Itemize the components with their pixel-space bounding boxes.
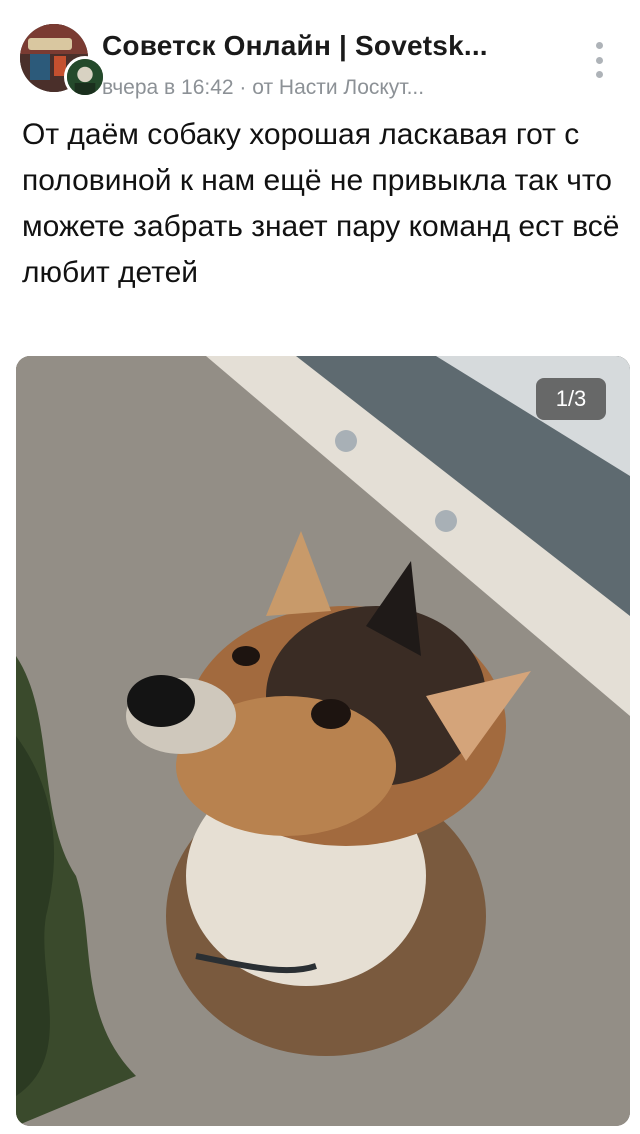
post-header: Советск Онлайн | Sovetsk... вчера в 16:4…: [20, 22, 622, 102]
post-menu-button[interactable]: [592, 42, 606, 78]
author-avatar-icon: [67, 59, 103, 95]
photo-counter: 1/3: [536, 378, 606, 420]
post-text: От даём собаку хорошая ласкавая гот с по…: [22, 118, 620, 289]
post-meta[interactable]: вчера в 16:42 · от Насти Лоскут...: [102, 76, 572, 100]
vertical-dots-icon: [595, 42, 603, 49]
author-avatar[interactable]: [64, 56, 106, 98]
dog-photo-icon: [16, 356, 630, 1126]
post-photo[interactable]: 1/3: [16, 356, 630, 1126]
group-name[interactable]: Советск Онлайн | Sovetsk...: [102, 30, 572, 62]
post-card: Советск Онлайн | Sovetsk... вчера в 16:4…: [0, 0, 640, 1134]
